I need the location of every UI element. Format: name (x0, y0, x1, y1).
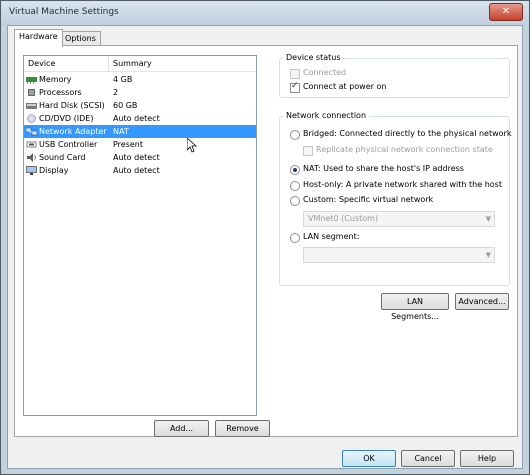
help-button[interactable]: Help (460, 450, 514, 467)
column-header-summary[interactable]: Summary (113, 59, 152, 68)
device-summary: Auto detect (113, 114, 160, 123)
column-divider[interactable] (108, 56, 109, 71)
device-name: CD/DVD (IDE) (39, 114, 94, 123)
mouse-pointer-icon (187, 138, 198, 153)
network-connection-title: Network connection (283, 111, 370, 120)
device-summary: 4 GB (113, 75, 133, 84)
hard-disk-icon (26, 103, 37, 109)
device-name: Display (39, 166, 69, 175)
close-icon: ✕ (501, 6, 511, 17)
add-button[interactable]: Add... (154, 420, 209, 437)
nat-radio[interactable] (290, 165, 300, 175)
host-only-label: Host-only: A private network shared with… (303, 180, 502, 189)
network-adapter-icon (26, 127, 37, 136)
device-status-group: Device status Connected ✓ Connect at pow… (279, 53, 510, 98)
device-row-network-adapter[interactable]: Network Adapter NAT (24, 125, 256, 138)
connected-checkbox[interactable] (290, 69, 300, 79)
bridged-label: Bridged: Connected directly to the physi… (303, 129, 512, 138)
device-name: Network Adapter (39, 127, 107, 136)
device-list-header: Device Summary (24, 56, 256, 72)
tab-hardware[interactable]: Hardware (14, 29, 63, 47)
device-summary: NAT (113, 127, 129, 136)
hardware-panel: Device Summary Memory 4 GB Processors 2 … (14, 45, 518, 437)
device-name: Hard Disk (SCSI) (39, 101, 105, 110)
custom-network-value: VMnet0 (Custom) (308, 214, 379, 223)
lan-segment-label: LAN segment: (303, 232, 360, 241)
device-name: Processors (39, 88, 82, 97)
chevron-down-icon: ▼ (485, 215, 491, 223)
title-bar[interactable]: Virtual Machine Settings ✕ (1, 1, 529, 25)
dialog-client: Hardware Options Device Summary Memory 4… (7, 25, 523, 469)
custom-label: Custom: Specific virtual network (303, 195, 434, 204)
cd-dvd-icon (27, 114, 36, 123)
chevron-down-icon: ▼ (485, 251, 491, 259)
column-header-device[interactable]: Device (28, 59, 55, 68)
device-row-sound-card[interactable]: Sound Card Auto detect (24, 151, 256, 164)
sound-card-icon (27, 153, 36, 162)
device-row-hard-disk[interactable]: Hard Disk (SCSI) 60 GB (24, 99, 256, 112)
host-only-radio[interactable] (290, 181, 300, 191)
advanced-button[interactable]: Advanced... (455, 293, 509, 310)
lan-segments-button[interactable]: LAN Segments... (381, 293, 449, 321)
window-title: Virtual Machine Settings (9, 7, 119, 17)
device-list[interactable]: Device Summary Memory 4 GB Processors 2 … (23, 55, 257, 416)
checkmark-icon: ✓ (291, 81, 299, 91)
replicate-checkbox[interactable] (303, 146, 313, 156)
vm-settings-window: Virtual Machine Settings ✕ Hardware Opti… (0, 0, 530, 475)
custom-network-select[interactable]: VMnet0 (Custom) ▼ (303, 211, 495, 227)
network-connection-group: Network connection Bridged: Connected di… (279, 111, 512, 286)
device-summary: Auto detect (113, 166, 160, 175)
custom-radio[interactable] (290, 196, 300, 206)
device-summary: Auto detect (113, 153, 160, 162)
processor-icon (28, 89, 35, 96)
device-row-cd-dvd[interactable]: CD/DVD (IDE) Auto detect (24, 112, 256, 125)
memory-icon (26, 77, 37, 84)
radio-selected-dot (293, 168, 297, 172)
bridged-radio[interactable] (290, 130, 300, 140)
connect-at-power-on-label: Connect at power on (303, 82, 387, 91)
device-name: USB Controller (39, 140, 98, 149)
nat-label: NAT: Used to share the host's IP address (303, 164, 464, 173)
close-button[interactable]: ✕ (489, 3, 523, 21)
device-row-memory[interactable]: Memory 4 GB (24, 73, 256, 86)
tab-options[interactable]: Options (60, 31, 101, 46)
device-status-title: Device status (283, 53, 344, 62)
device-summary: 60 GB (113, 101, 138, 110)
device-summary: Present (113, 140, 144, 149)
display-icon (26, 166, 37, 175)
cancel-button[interactable]: Cancel (401, 450, 455, 467)
device-name: Memory (39, 75, 72, 84)
device-name: Sound Card (39, 153, 86, 162)
device-summary: 2 (113, 88, 119, 97)
device-row-processors[interactable]: Processors 2 (24, 86, 256, 99)
connected-label: Connected (303, 68, 347, 77)
replicate-label: Replicate physical network connection st… (316, 145, 493, 154)
ok-button[interactable]: OK (342, 450, 396, 467)
lan-segment-radio[interactable] (290, 233, 300, 243)
device-row-display[interactable]: Display Auto detect (24, 164, 256, 177)
remove-button[interactable]: Remove (215, 420, 270, 437)
device-row-usb-controller[interactable]: USB Controller Present (24, 138, 256, 151)
connect-at-power-on-checkbox[interactable]: ✓ (290, 81, 300, 93)
lan-segment-select[interactable]: ▼ (303, 247, 495, 263)
usb-icon (26, 141, 37, 148)
